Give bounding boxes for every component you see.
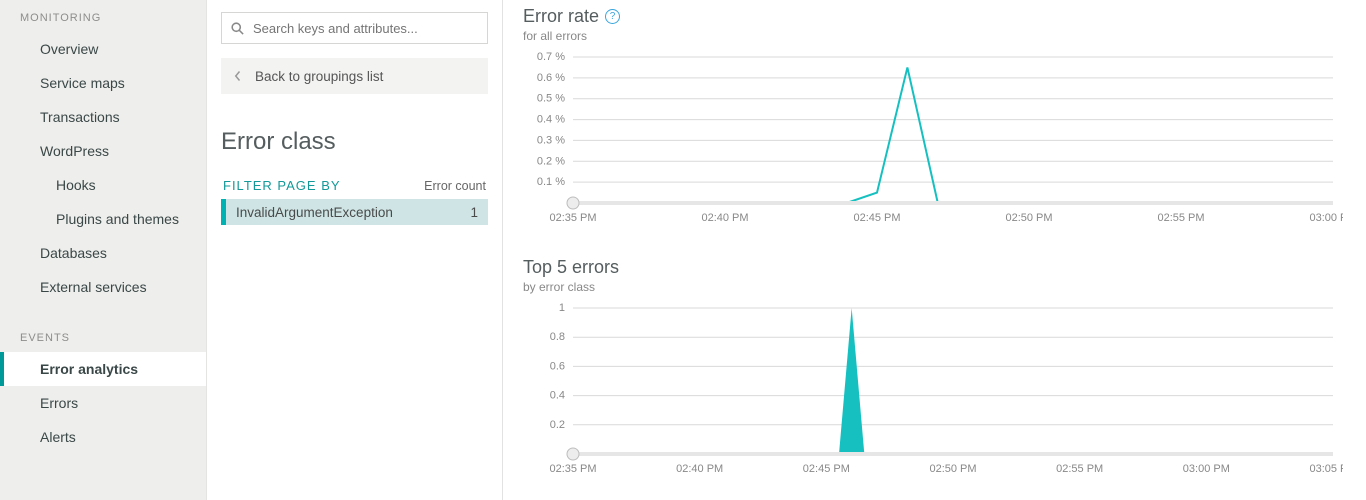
panel-title: Error class	[221, 128, 488, 156]
svg-text:03:05 PM: 03:05 PM	[1309, 463, 1343, 475]
sidebar-item-plugins-themes[interactable]: Plugins and themes	[0, 202, 206, 236]
svg-text:03:00 PM: 03:00 PM	[1183, 463, 1230, 475]
help-icon[interactable]: ?	[605, 9, 620, 24]
svg-text:02:35 PM: 02:35 PM	[549, 212, 596, 224]
svg-text:0.1 %: 0.1 %	[537, 176, 565, 188]
svg-text:0.5 %: 0.5 %	[537, 93, 565, 105]
sidebar-section-monitoring: MONITORING	[0, 2, 206, 32]
chart2-subtitle: by error class	[523, 280, 1356, 294]
chart1-svg: 0.1 % 0.2 % 0.3 % 0.4 % 0.5 % 0.6 % 0.7 % 02:3…	[523, 49, 1343, 229]
search-input[interactable]	[253, 21, 479, 36]
svg-text:03:00 PM: 03:00 PM	[1309, 212, 1343, 224]
svg-text:1: 1	[559, 302, 565, 314]
chart-error-rate: Error rate ? for all errors 0.1 %0.2 %0.…	[523, 6, 1356, 229]
svg-text:0.6 %: 0.6 %	[537, 72, 565, 84]
back-to-groupings-button[interactable]: Back to groupings list	[221, 58, 488, 94]
sidebar-item-alerts[interactable]: Alerts	[0, 420, 206, 454]
chart2-grid	[573, 308, 1333, 425]
svg-text:02:45 PM: 02:45 PM	[803, 463, 850, 475]
search-icon	[230, 21, 245, 36]
error-count-label: Error count	[424, 179, 486, 193]
chevron-left-icon	[233, 70, 243, 82]
svg-text:0.2 %: 0.2 %	[537, 155, 565, 167]
sidebar-item-errors[interactable]: Errors	[0, 386, 206, 420]
chart1-grid	[573, 57, 1333, 182]
chart1-title: Error rate	[523, 6, 599, 27]
sidebar-item-transactions[interactable]: Transactions	[0, 100, 206, 134]
sidebar: MONITORING Overview Service maps Transac…	[0, 0, 207, 500]
filter-header: FILTER PAGE BY Error count	[221, 178, 488, 199]
chart1-scrub-handle[interactable]	[567, 197, 579, 209]
chart2-xlabels: 02:35 PM 02:40 PM 02:45 PM 02:50 PM 02:55 PM…	[549, 463, 1343, 475]
svg-text:02:40 PM: 02:40 PM	[676, 463, 723, 475]
filter-panel: Back to groupings list Error class FILTE…	[207, 0, 503, 500]
sidebar-item-service-maps[interactable]: Service maps	[0, 66, 206, 100]
svg-text:0.3 %: 0.3 %	[537, 134, 565, 146]
chart1-ylabels: 0.1 % 0.2 % 0.3 % 0.4 % 0.5 % 0.6 % 0.7 %	[537, 51, 565, 188]
svg-text:0.4 %: 0.4 %	[537, 114, 565, 126]
svg-text:02:55 PM: 02:55 PM	[1056, 463, 1103, 475]
chart2-svg: 0.20.40.60.81 02:35 PM02:40 PM02:45 PM02…	[523, 300, 1343, 480]
svg-text:02:50 PM: 02:50 PM	[929, 463, 976, 475]
svg-text:02:50 PM: 02:50 PM	[1005, 212, 1052, 224]
chart-top5-errors: Top 5 errors by error class 0.2 0.4 0.6 0.8…	[523, 257, 1356, 480]
svg-text:02:40 PM: 02:40 PM	[701, 212, 748, 224]
filter-by-label: FILTER PAGE BY	[223, 178, 341, 193]
back-label: Back to groupings list	[255, 69, 383, 84]
sidebar-section-events: EVENTS	[0, 322, 206, 352]
chart1-series	[573, 67, 1333, 203]
chart2-ylabels: 0.2 0.4 0.6 0.8 1	[550, 302, 565, 431]
sidebar-item-wordpress[interactable]: WordPress	[0, 134, 206, 168]
sidebar-item-databases[interactable]: Databases	[0, 236, 206, 270]
svg-text:0.8: 0.8	[550, 331, 565, 343]
chart2-series	[573, 308, 1333, 454]
chart1-subtitle: for all errors	[523, 29, 1356, 43]
svg-text:0.6: 0.6	[550, 360, 565, 372]
svg-text:0.7 %: 0.7 %	[537, 51, 565, 63]
chart2-title: Top 5 errors	[523, 257, 619, 278]
svg-text:0.4: 0.4	[550, 390, 565, 402]
svg-text:02:45 PM: 02:45 PM	[853, 212, 900, 224]
search-box[interactable]	[221, 12, 488, 44]
sidebar-item-overview[interactable]: Overview	[0, 32, 206, 66]
chart2-scrub-handle[interactable]	[567, 448, 579, 460]
chart1-xlabels: 02:35 PM 02:40 PM 02:45 PM 02:50 PM 02:55 PM…	[549, 212, 1343, 224]
svg-text:02:35 PM: 02:35 PM	[549, 463, 596, 475]
sidebar-item-external-services[interactable]: External services	[0, 270, 206, 304]
sidebar-item-hooks[interactable]: Hooks	[0, 168, 206, 202]
svg-text:02:55 PM: 02:55 PM	[1157, 212, 1204, 224]
svg-text:0.2: 0.2	[550, 419, 565, 431]
error-class-name: InvalidArgumentException	[236, 205, 393, 220]
error-class-count: 1	[470, 205, 478, 220]
sidebar-item-error-analytics[interactable]: Error analytics	[0, 352, 206, 386]
charts-panel: Error rate ? for all errors 0.1 %0.2 %0.…	[503, 0, 1366, 500]
error-class-row[interactable]: InvalidArgumentException 1	[221, 199, 488, 225]
